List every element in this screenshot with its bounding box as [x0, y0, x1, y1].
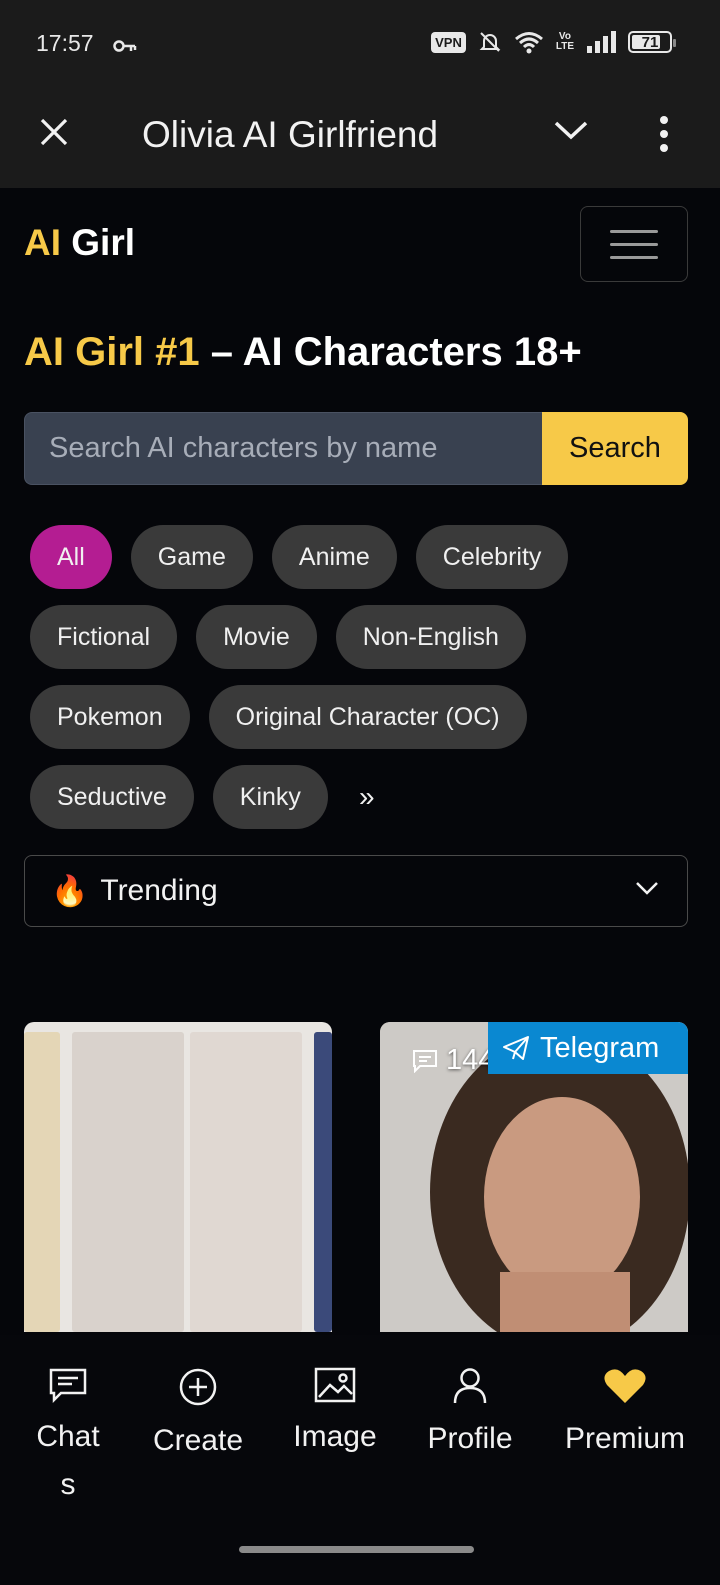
- signal-icon: [587, 31, 616, 53]
- chip-row: Pokemon Original Character (OC): [30, 684, 690, 750]
- chat-icon: [49, 1368, 87, 1403]
- status-bar: 17:57 VPN Vo LTE 71: [0, 0, 720, 90]
- window-title: Olivia AI Girlfriend: [142, 114, 439, 155]
- expand-button[interactable]: [553, 118, 589, 147]
- logo-text: Girl: [71, 222, 136, 263]
- nav-label-line2: s: [60, 1468, 76, 1501]
- nav-image[interactable]: Image: [290, 1367, 380, 1461]
- nav-label: Profile: [427, 1422, 513, 1455]
- hamburger-icon-line: [610, 229, 658, 233]
- battery-icon: 71: [628, 31, 676, 53]
- card-image-panel: [72, 1032, 184, 1332]
- search-bar: Search: [24, 412, 688, 485]
- more-categories-button[interactable]: »: [347, 781, 387, 813]
- volte-bottom: LTE: [555, 41, 574, 52]
- more-vert-icon: [660, 116, 668, 152]
- message-icon: [413, 1049, 437, 1073]
- key-icon: [113, 40, 137, 52]
- chip-kinky[interactable]: Kinky: [212, 765, 328, 829]
- card-image-panel: [314, 1032, 332, 1332]
- chip-game[interactable]: Game: [130, 525, 253, 589]
- nav-label-line1: Chat: [36, 1420, 100, 1453]
- chip-celebrity[interactable]: Celebrity: [415, 525, 569, 589]
- chip-seductive[interactable]: Seductive: [30, 765, 194, 829]
- search-input[interactable]: [24, 412, 542, 485]
- chip-non-english[interactable]: Non-English: [335, 605, 526, 669]
- image-icon: [314, 1367, 356, 1403]
- nav-label: Chat s: [36, 1413, 99, 1509]
- sort-selected-value: Trending: [100, 874, 218, 907]
- hamburger-icon-line: [610, 242, 658, 246]
- nav-create[interactable]: Create: [152, 1367, 244, 1465]
- nav-label: Image: [293, 1420, 377, 1453]
- chip-row: Seductive Kinky »: [30, 764, 690, 830]
- site-logo[interactable]: AI Girl: [24, 222, 135, 264]
- battery-level: 71: [641, 33, 659, 51]
- page-title-accent: AI Girl #1: [24, 330, 200, 374]
- chip-all[interactable]: All: [30, 525, 112, 589]
- battery-cap: [673, 39, 676, 47]
- home-indicator[interactable]: [239, 1546, 474, 1553]
- close-icon: [40, 118, 68, 146]
- hamburger-icon-line: [610, 255, 658, 259]
- character-card[interactable]: [24, 1022, 332, 1332]
- card-image-panel: [190, 1032, 302, 1332]
- category-filters: All Game Anime Celebrity Fictional Movie…: [30, 524, 690, 844]
- more-button[interactable]: [656, 114, 672, 159]
- volte-icon: Vo LTE: [556, 32, 574, 52]
- sort-select[interactable]: 🔥 Trending: [24, 855, 688, 927]
- chip-anime[interactable]: Anime: [271, 525, 397, 589]
- chevron-down-icon: [554, 121, 588, 140]
- nav-label: Premium: [564, 1422, 685, 1455]
- page-title: AI Girl #1 – AI Characters 18+: [24, 330, 582, 375]
- user-icon: [453, 1368, 487, 1404]
- close-button[interactable]: [36, 114, 72, 150]
- nav-label: Create: [152, 1424, 244, 1457]
- logo-accent: AI: [24, 222, 61, 263]
- chip-original-character[interactable]: Original Character (OC): [208, 685, 527, 749]
- fire-icon: 🔥: [51, 874, 89, 908]
- status-time: 17:57: [36, 30, 94, 56]
- chevron-down-icon: [636, 882, 658, 895]
- vpn-icon: VPN: [431, 31, 466, 53]
- status-icons: VPN Vo LTE 71: [431, 30, 676, 54]
- search-button[interactable]: Search: [542, 412, 688, 485]
- nav-profile[interactable]: Profile: [424, 1367, 516, 1463]
- card-image-panel: [24, 1032, 60, 1332]
- telegram-icon: [503, 1036, 529, 1060]
- nav-chats[interactable]: Chat s: [36, 1367, 100, 1509]
- telegram-badge[interactable]: Telegram: [488, 1022, 688, 1074]
- chip-movie[interactable]: Movie: [196, 605, 317, 669]
- plus-circle-icon: [179, 1368, 217, 1406]
- chip-fictional[interactable]: Fictional: [30, 605, 178, 669]
- chip-pokemon[interactable]: Pokemon: [30, 685, 190, 749]
- chip-row: Fictional Movie Non-English: [30, 604, 690, 670]
- chip-row: All Game Anime Celebrity: [30, 524, 690, 590]
- character-card[interactable]: 1448k Telegram: [380, 1022, 688, 1332]
- mute-icon: [479, 32, 501, 52]
- telegram-label: Telegram: [540, 1031, 660, 1064]
- heart-icon: [604, 1369, 646, 1403]
- nav-premium[interactable]: Premium: [560, 1367, 690, 1463]
- menu-button[interactable]: [580, 206, 688, 282]
- app-bar: Olivia AI Girlfriend: [0, 90, 720, 188]
- page-title-rest: – AI Characters 18+: [199, 330, 582, 374]
- wifi-icon: [514, 32, 543, 54]
